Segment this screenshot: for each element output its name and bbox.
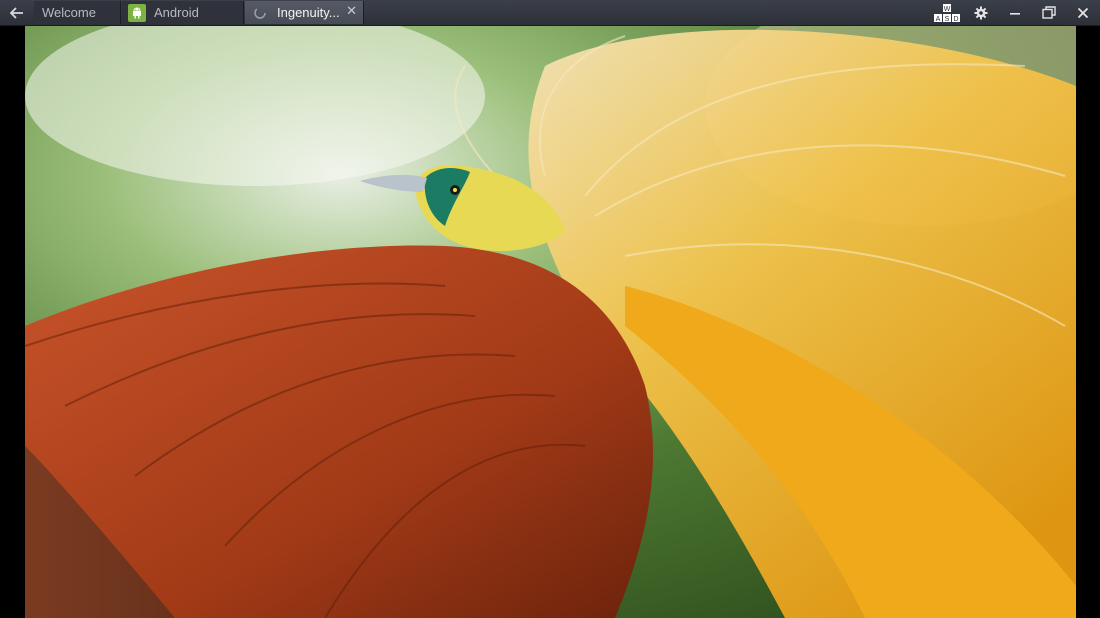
- gear-icon: [974, 6, 988, 19]
- tab-label: Android: [154, 5, 199, 20]
- close-icon: [1077, 7, 1089, 18]
- tab-close-icon[interactable]: ✕: [346, 3, 357, 19]
- tab-label: Ingenuity...: [277, 5, 340, 20]
- svg-text:D: D: [953, 16, 958, 23]
- minimize-icon: [1010, 12, 1020, 15]
- restore-button[interactable]: [1032, 0, 1066, 25]
- keyboard-wasd-icon: W A S D: [934, 3, 960, 23]
- window-controls: W A S D: [930, 0, 1100, 25]
- loading-icon: [251, 4, 269, 22]
- back-arrow-icon: [10, 6, 23, 19]
- settings-button[interactable]: [964, 0, 998, 25]
- bird-of-paradise-image: [25, 26, 1076, 618]
- tab-android[interactable]: Android: [122, 1, 244, 24]
- close-button[interactable]: [1066, 0, 1100, 25]
- app-screen-wallpaper: [25, 26, 1076, 618]
- minimize-button[interactable]: [998, 0, 1032, 25]
- right-letterbox: [1076, 26, 1100, 618]
- keyboard-mapping-button[interactable]: W A S D: [930, 0, 964, 25]
- tab-label: Welcome: [42, 5, 96, 20]
- svg-text:S: S: [945, 16, 950, 23]
- tab-welcome[interactable]: Welcome: [34, 1, 121, 24]
- restore-icon: [1042, 6, 1056, 19]
- title-bar: Welcome Android Ingenuity... ✕ W A S D: [0, 0, 1100, 26]
- svg-text:W: W: [944, 6, 951, 13]
- svg-text:A: A: [936, 16, 941, 23]
- tab-ingenuity[interactable]: Ingenuity... ✕: [245, 1, 364, 24]
- android-icon: [128, 3, 146, 22]
- left-letterbox: [0, 26, 25, 618]
- back-button[interactable]: [0, 0, 34, 25]
